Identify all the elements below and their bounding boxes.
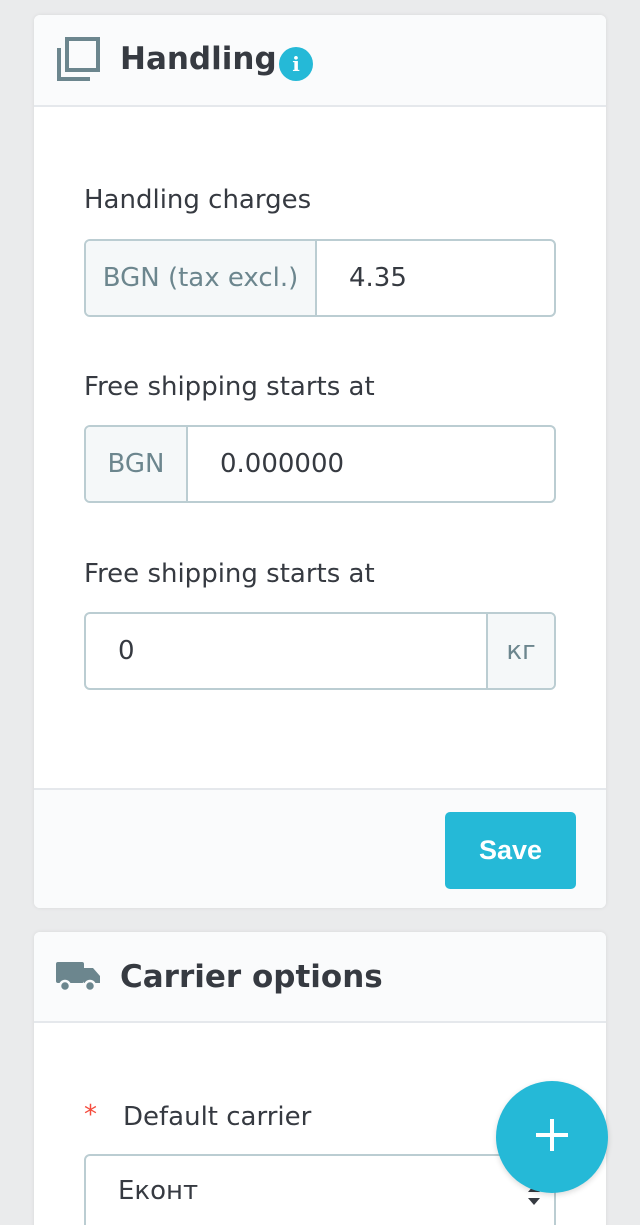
free-shipping-weight-unit-addon: кг [486,614,554,688]
free-shipping-weight-input-group: 0 кг [84,612,556,690]
free-shipping-weight-input[interactable]: 0 [86,614,486,688]
free-shipping-price-input-group: BGN 0.000000 [84,425,556,503]
plus-icon [534,1117,570,1157]
handling-charges-currency-addon: BGN (tax excl.) [86,241,317,315]
handling-charges-input-group: BGN (tax excl.) 4.35 [84,239,556,317]
layers-icon [54,37,102,89]
required-star: * [84,1100,97,1130]
save-button[interactable]: Save [445,812,576,889]
default-carrier-selected-value: Еконт [118,1176,199,1206]
free-shipping-price-input[interactable]: 0.000000 [188,427,554,501]
handling-card-header: Handling i [34,15,606,107]
free-shipping-price-label: Free shipping starts at [84,372,375,402]
default-carrier-select[interactable]: Еконт [84,1154,556,1225]
info-icon[interactable]: i [279,47,313,81]
free-shipping-weight-label: Free shipping starts at [84,559,375,589]
free-shipping-price-currency-addon: BGN [86,427,188,501]
carrier-options-card-header: Carrier options [34,932,606,1023]
default-carrier-label: Default carrier [123,1102,312,1132]
truck-icon [54,958,102,998]
handling-title: Handling [120,41,277,77]
handling-charges-input[interactable]: 4.35 [317,241,554,315]
handling-card-footer: Save [34,788,606,908]
handling-charges-label: Handling charges [84,185,312,215]
handling-card: Handling i Handling charges BGN (tax exc… [34,15,606,908]
add-fab-button[interactable] [496,1081,608,1193]
carrier-options-title: Carrier options [120,959,383,995]
